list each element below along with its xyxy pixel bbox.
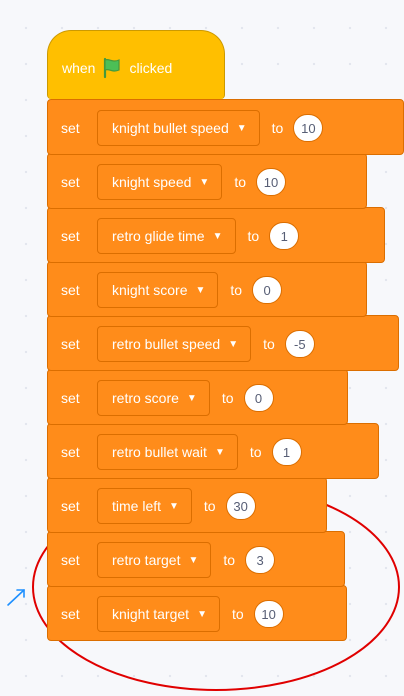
set-label: set: [61, 228, 80, 244]
set-label: set: [61, 120, 80, 136]
value-input[interactable]: 3: [245, 546, 276, 574]
set-label: set: [61, 174, 80, 190]
to-label: to: [221, 390, 234, 406]
variable-name: retro bullet wait: [112, 444, 207, 460]
variable-name: knight target: [112, 606, 190, 622]
variable-name: time left: [112, 498, 162, 514]
set-variable-block[interactable]: set knight target ▼ to 10: [47, 585, 347, 641]
variable-name: retro score: [112, 390, 179, 406]
set-label: set: [61, 336, 80, 352]
set-label: set: [61, 390, 80, 406]
to-label: to: [263, 336, 275, 352]
dropdown-caret-icon: ▼: [197, 608, 207, 620]
variable-dropdown[interactable]: knight bullet speed ▼: [97, 110, 260, 146]
to-label: to: [271, 120, 284, 136]
dropdown-caret-icon: ▼: [169, 500, 179, 512]
value-input[interactable]: 10: [293, 114, 324, 142]
to-label: to: [230, 282, 243, 298]
variable-name: retro target: [112, 552, 181, 568]
set-label: set: [61, 444, 80, 460]
dropdown-caret-icon: ▼: [214, 446, 225, 458]
value-input[interactable]: 1: [271, 438, 302, 466]
to-label: to: [249, 444, 262, 460]
to-label: to: [247, 228, 260, 244]
variable-dropdown[interactable]: retro glide time ▼: [97, 218, 236, 254]
variable-dropdown[interactable]: time left ▼: [97, 488, 192, 524]
value-input[interactable]: 0: [252, 276, 283, 304]
variable-dropdown[interactable]: retro bullet speed ▼: [97, 326, 252, 362]
value-input[interactable]: 10: [256, 168, 286, 196]
set-variable-block[interactable]: set knight score ▼ to 0: [47, 261, 367, 317]
value-input[interactable]: 10: [253, 600, 284, 628]
set-variable-block[interactable]: set time left ▼ to 30: [47, 477, 327, 533]
variable-dropdown[interactable]: retro bullet wait ▼: [97, 434, 238, 470]
to-label: to: [231, 606, 244, 622]
set-variable-block[interactable]: set knight bullet speed ▼ to 10: [47, 99, 404, 155]
variable-name: retro bullet speed: [112, 336, 221, 352]
variable-name: knight bullet speed: [112, 120, 229, 136]
set-variable-block[interactable]: set retro bullet speed ▼ to -5: [47, 315, 399, 371]
set-variable-block[interactable]: set knight speed ▼ to 10: [47, 153, 367, 209]
set-variable-block[interactable]: set retro bullet wait ▼ to 1: [47, 423, 379, 479]
dropdown-caret-icon: ▼: [195, 284, 206, 296]
value-input[interactable]: -5: [284, 330, 315, 358]
set-label: set: [61, 498, 80, 514]
variable-dropdown[interactable]: retro target ▼: [97, 542, 212, 578]
to-label: to: [203, 498, 216, 514]
dropdown-caret-icon: ▼: [186, 392, 197, 404]
variable-dropdown[interactable]: retro score ▼: [97, 380, 210, 416]
to-label: to: [234, 174, 246, 190]
dropdown-caret-icon: ▼: [236, 122, 247, 134]
set-variable-block[interactable]: set retro glide time ▼ to 1: [47, 207, 385, 263]
set-label: set: [61, 282, 80, 298]
variable-dropdown[interactable]: knight score ▼: [97, 272, 219, 308]
set-label: set: [61, 552, 80, 568]
variable-dropdown[interactable]: knight target ▼: [97, 596, 220, 632]
variable-dropdown[interactable]: knight speed ▼: [97, 164, 223, 200]
dropdown-caret-icon: ▼: [212, 230, 223, 242]
to-label: to: [223, 552, 236, 568]
value-input[interactable]: 30: [225, 492, 256, 520]
value-input[interactable]: 1: [269, 222, 300, 250]
variable-name: knight speed: [112, 174, 192, 190]
variable-name: knight score: [112, 282, 188, 298]
variable-name: retro glide time: [112, 228, 205, 244]
dropdown-caret-icon: ▼: [188, 554, 199, 566]
set-variable-block[interactable]: set retro target ▼ to 3: [47, 531, 345, 587]
set-label: set: [61, 606, 80, 622]
dropdown-caret-icon: ▼: [228, 338, 239, 350]
set-variable-block[interactable]: set retro score ▼ to 0: [47, 369, 348, 425]
dropdown-caret-icon: ▼: [199, 176, 210, 188]
value-input[interactable]: 0: [243, 384, 274, 412]
